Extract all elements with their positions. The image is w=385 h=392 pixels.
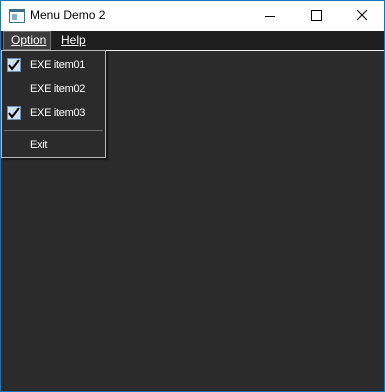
menu-item-label: EXE item02 bbox=[30, 83, 86, 95]
window-title: Menu Demo 2 bbox=[30, 8, 106, 22]
maximize-icon bbox=[311, 10, 322, 21]
app-icon-titlebar-strip bbox=[10, 10, 24, 12]
option-dropdown-menu: EXE item01 EXE item02 EXE item03 Exit bbox=[1, 50, 106, 158]
app-window: Menu Demo 2 Option Help EXE item01 EXE i… bbox=[0, 0, 385, 392]
menu-help[interactable]: Help bbox=[54, 31, 94, 50]
menu-item-label: Exit bbox=[30, 139, 48, 151]
check-glyph bbox=[8, 59, 20, 71]
app-icon-pane bbox=[12, 14, 17, 20]
minimize-button[interactable] bbox=[247, 1, 292, 31]
menu-option[interactable]: Option bbox=[3, 31, 51, 50]
app-window-icon[interactable] bbox=[9, 9, 25, 23]
close-icon bbox=[356, 9, 368, 21]
close-button[interactable] bbox=[339, 1, 384, 31]
title-bar[interactable]: Menu Demo 2 bbox=[1, 1, 384, 31]
checkmark-icon bbox=[7, 106, 21, 120]
menu-item-label: EXE item01 bbox=[30, 59, 86, 71]
menu-item-exit[interactable]: Exit bbox=[2, 133, 105, 157]
checkmark-icon bbox=[7, 58, 21, 72]
minimize-icon bbox=[265, 16, 275, 17]
menu-bar: Option Help bbox=[1, 31, 384, 51]
maximize-button[interactable] bbox=[293, 1, 338, 31]
check-glyph bbox=[8, 107, 20, 119]
menu-item-label: EXE item03 bbox=[30, 107, 86, 119]
menu-separator bbox=[4, 130, 103, 131]
menu-item-exe-item03[interactable]: EXE item03 bbox=[2, 101, 105, 125]
menu-item-exe-item01[interactable]: EXE item01 bbox=[2, 53, 105, 77]
menu-item-exe-item02[interactable]: EXE item02 bbox=[2, 77, 105, 101]
